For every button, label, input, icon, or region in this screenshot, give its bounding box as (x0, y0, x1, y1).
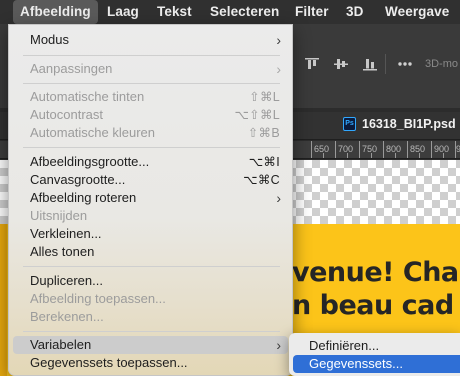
menu-item-berekenen[interactable]: Berekenen... (13, 308, 288, 326)
artwork-text-line-1: venue! Cha (292, 257, 459, 288)
menu-item-label: Automatische tinten (30, 89, 145, 104)
menu-item-alles-tonen[interactable]: Alles tonen (13, 243, 288, 261)
ruler-tick (431, 141, 432, 158)
menu-item-label: Berekenen... (30, 309, 104, 324)
menu-item-label: Variabelen (30, 337, 92, 352)
align-bottom-icon[interactable] (361, 55, 379, 73)
menu-item-gegevenssets-toepassen[interactable]: Gegevenssets toepassen... (13, 354, 288, 372)
align-top-icon[interactable] (303, 55, 321, 73)
menu-item-label: Alles tonen (30, 244, 95, 259)
submenu-item-gegevenssets[interactable]: Gegevenssets... (293, 355, 460, 373)
menu-item-label: Uitsnijden (30, 208, 88, 223)
ruler-tick-label: 950 (456, 144, 460, 154)
menubar-selecteren[interactable]: Selecteren (210, 0, 279, 24)
submenu-item-label: Gegevenssets... (309, 356, 403, 371)
ruler-tick-label: 750 (362, 144, 378, 154)
menu-item-dupliceren[interactable]: Dupliceren... (13, 272, 288, 290)
menu-item-afbeelding-roteren[interactable]: Afbeelding roteren › (13, 189, 288, 207)
ruler-tick (323, 153, 324, 158)
ruler-tick-label: 850 (410, 144, 426, 154)
menubar-weergave[interactable]: Weergave (385, 0, 449, 24)
ruler-tick (383, 141, 384, 158)
menu-item-label: Modus (30, 32, 70, 47)
menu-separator (23, 266, 280, 267)
menu-item-automatische-tinten[interactable]: Automatische tinten ⇧⌘L (13, 88, 288, 106)
chevron-right-icon: › (276, 61, 281, 77)
menu-item-label: Automatische kleuren (30, 125, 156, 140)
menu-item-label: Canvasgrootte... (30, 172, 126, 187)
menubar-filter[interactable]: Filter (295, 0, 329, 24)
menu-item-shortcut: ⌥⌘C (243, 173, 280, 187)
afbeelding-menu: Modus › Aanpassingen › Automatische tint… (8, 24, 293, 376)
menu-item-label: Dupliceren... (30, 273, 103, 288)
ruler-tick (371, 153, 372, 158)
ruler-tick (395, 153, 396, 158)
ruler-tick (407, 141, 408, 158)
menu-separator (23, 83, 280, 84)
document-title[interactable]: 16318_BI1P.psd (362, 117, 456, 131)
menu-item-shortcut: ⇧⌘B (247, 126, 280, 140)
menu-item-uitsnijden[interactable]: Uitsnijden (13, 207, 288, 225)
menubar: Afbeelding Laag Tekst Selecteren Filter … (0, 0, 460, 24)
submenu-item-definieren[interactable]: Definiëren... (293, 337, 460, 355)
ellipsis-icon[interactable] (396, 55, 414, 73)
menu-item-canvasgrootte[interactable]: Canvasgrootte... ⌥⌘C (13, 171, 288, 189)
ruler-tick (335, 141, 336, 158)
menu-item-label: Aanpassingen (30, 61, 113, 76)
menu-item-label: Afbeelding roteren (30, 190, 137, 205)
3d-mode-label[interactable]: 3D-mo (425, 58, 458, 70)
menu-separator (23, 147, 280, 148)
menu-item-autocontrast[interactable]: Autocontrast ⌥⇧⌘L (13, 106, 288, 124)
menu-item-shortcut: ⌥⇧⌘L (234, 108, 280, 122)
menu-item-aanpassingen[interactable]: Aanpassingen › (13, 60, 288, 78)
align-vertical-center-icon[interactable] (332, 55, 350, 73)
menubar-tekst[interactable]: Tekst (157, 0, 192, 24)
toolbar-divider (385, 54, 386, 74)
ruler-tick (347, 153, 348, 158)
ruler-tick (455, 141, 456, 158)
artwork-text-line-2: n beau cad (292, 290, 454, 321)
ruler-tick (359, 141, 360, 158)
chevron-right-icon: › (276, 190, 281, 206)
menu-item-modus[interactable]: Modus › (13, 31, 288, 49)
artboard-edge (0, 224, 7, 376)
ruler-tick-label: 900 (434, 144, 450, 154)
ruler-tick-label: 650 (314, 144, 330, 154)
ruler-tick-label: 700 (338, 144, 354, 154)
chevron-right-icon: › (276, 337, 281, 353)
menu-item-label: Verkleinen... (30, 226, 102, 241)
menu-item-automatische-kleuren[interactable]: Automatische kleuren ⇧⌘B (13, 124, 288, 142)
variabelen-submenu: Definiëren... Gegevenssets... (289, 333, 460, 376)
menu-item-label: Afbeelding toepassen... (30, 291, 166, 306)
menu-item-verkleinen[interactable]: Verkleinen... (13, 225, 288, 243)
menu-separator (23, 331, 280, 332)
menu-item-label: Gegevenssets toepassen... (30, 355, 188, 370)
chevron-right-icon: › (276, 32, 281, 48)
menu-item-label: Autocontrast (30, 107, 103, 122)
menu-item-afbeeldingsgrootte[interactable]: Afbeeldingsgrootte... ⌥⌘I (13, 153, 288, 171)
photoshop-file-icon: Ps (343, 117, 356, 131)
menu-item-shortcut: ⌥⌘I (248, 155, 280, 169)
submenu-item-label: Definiëren... (309, 338, 380, 353)
ruler-tick (443, 153, 444, 158)
menu-item-label: Afbeeldingsgrootte... (30, 154, 150, 169)
menu-item-afbeelding-toepassen[interactable]: Afbeelding toepassen... (13, 290, 288, 308)
menubar-afbeelding[interactable]: Afbeelding (13, 0, 98, 24)
ruler-tick (311, 141, 312, 158)
menubar-laag[interactable]: Laag (107, 0, 139, 24)
menu-item-shortcut: ⇧⌘L (249, 90, 280, 104)
ruler-tick (419, 153, 420, 158)
ruler-tick-label: 800 (386, 144, 402, 154)
menu-item-variabelen[interactable]: Variabelen › (13, 336, 288, 354)
menubar-3d[interactable]: 3D (346, 0, 363, 24)
menu-separator (23, 55, 280, 56)
